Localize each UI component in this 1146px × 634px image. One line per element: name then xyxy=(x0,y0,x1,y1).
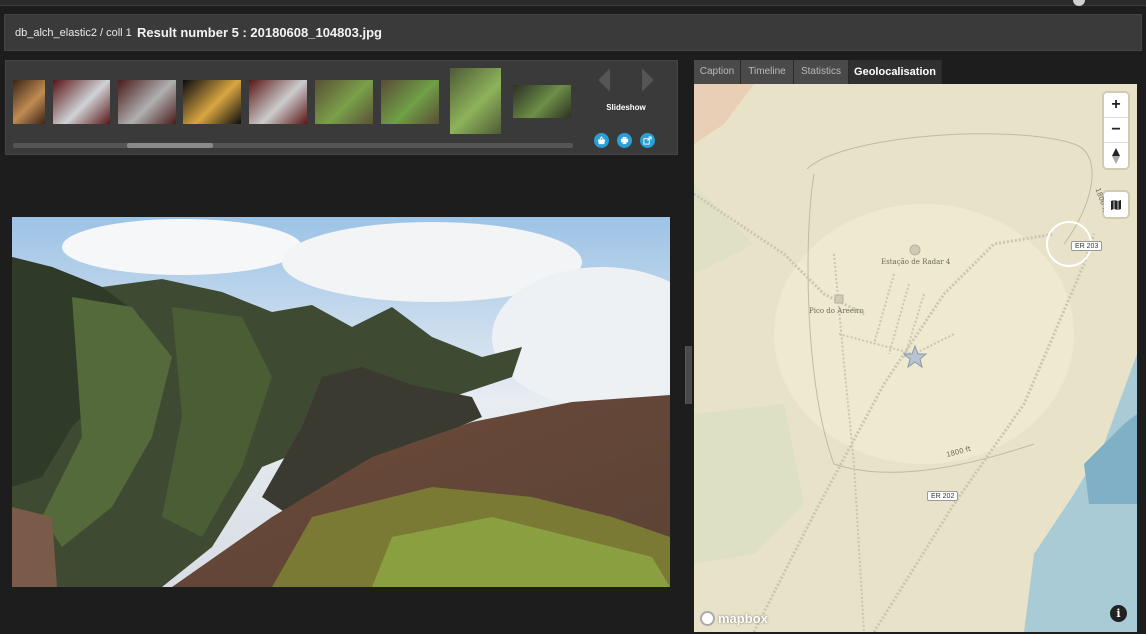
top-strip xyxy=(0,0,1146,6)
zoom-out-button[interactable]: − xyxy=(1104,118,1128,143)
map-label-radar: Estação de Radar 4 xyxy=(881,258,951,266)
thumb-interior-1[interactable] xyxy=(13,80,45,124)
basket-button[interactable] xyxy=(594,133,609,148)
print-icon xyxy=(620,136,629,145)
mapbox-logo-icon xyxy=(700,611,715,626)
thumb-plant-1[interactable] xyxy=(315,80,373,124)
prev-arrow-icon[interactable] xyxy=(596,67,614,93)
map-canvas xyxy=(694,84,1137,632)
thumbnail-strip: Slideshow xyxy=(5,60,678,155)
app-window: db_alch_elastic2 / coll 1 Result number … xyxy=(0,0,1146,634)
window-control-icon[interactable] xyxy=(1073,0,1085,6)
mapbox-logo[interactable]: mapbox xyxy=(700,611,768,626)
mountain-photo xyxy=(12,217,670,587)
map-zoom-controls: + − xyxy=(1104,93,1128,168)
scrollbar-thumb[interactable] xyxy=(127,143,213,148)
thumb-plant-2[interactable] xyxy=(381,80,439,124)
road-shield-er202: ER 202 xyxy=(927,491,959,501)
tab-caption[interactable]: Caption xyxy=(694,60,741,84)
thumbnail-scrollbar[interactable] xyxy=(13,143,573,148)
compass-icon xyxy=(1112,147,1120,164)
export-button[interactable] xyxy=(640,133,655,148)
slideshow-button[interactable]: Slideshow xyxy=(586,103,666,112)
map-style-button[interactable] xyxy=(1104,192,1128,217)
next-arrow-icon[interactable] xyxy=(638,67,656,93)
compass-button[interactable] xyxy=(1104,143,1128,168)
basket-icon xyxy=(597,136,606,145)
zoom-in-button[interactable]: + xyxy=(1104,93,1128,118)
print-button[interactable] xyxy=(617,133,632,148)
tab-timeline[interactable]: Timeline xyxy=(741,60,794,84)
thumb-interior-3[interactable] xyxy=(118,80,176,124)
tab-statistics[interactable]: Statistics xyxy=(794,60,849,84)
road-shield-er203: ER 203 xyxy=(1071,241,1103,251)
thumb-object[interactable] xyxy=(513,85,571,118)
main-photo xyxy=(12,217,670,587)
map-label-pico: Pico do Areeiro xyxy=(809,307,864,315)
map-layers-icon xyxy=(1111,199,1121,210)
thumb-plant-3[interactable] xyxy=(450,68,501,134)
map-style-control xyxy=(1104,192,1128,217)
map-info-button[interactable]: i xyxy=(1110,605,1127,622)
geolocation-map[interactable]: Estação de Radar 4 Pico do Areeiro 1800 … xyxy=(694,84,1137,632)
thumb-interior-2[interactable] xyxy=(53,80,110,124)
thumb-interior-4[interactable] xyxy=(249,80,307,124)
mapbox-logo-text: mapbox xyxy=(718,611,768,626)
tab-geolocalisation[interactable]: Geolocalisation xyxy=(849,60,942,84)
thumb-night[interactable] xyxy=(183,80,241,124)
result-header: db_alch_elastic2 / coll 1 Result number … xyxy=(4,14,1142,51)
panel-splitter[interactable] xyxy=(685,346,692,404)
db-path: db_alch_elastic2 / coll 1 xyxy=(15,27,132,39)
result-title: Result number 5 : 20180608_104803.jpg xyxy=(137,25,382,40)
export-icon xyxy=(643,136,652,145)
